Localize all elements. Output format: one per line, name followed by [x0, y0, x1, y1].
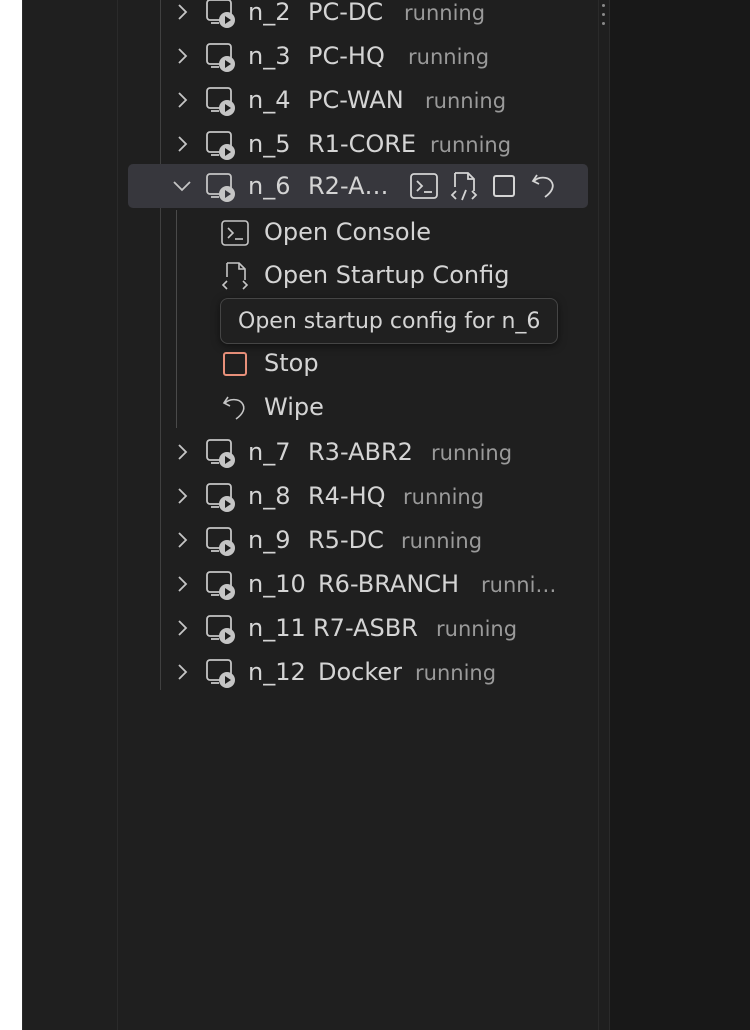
- vm-running-icon: [204, 568, 238, 602]
- more-actions-handle-icon[interactable]: [602, 4, 606, 32]
- tree-node-n_9[interactable]: n_9 R5-DC running: [128, 518, 588, 562]
- node-name: R4-HQ: [308, 482, 386, 510]
- action-wipe[interactable]: Wipe: [128, 385, 588, 429]
- chevron-right-icon[interactable]: [170, 44, 194, 68]
- tree-node-n_6[interactable]: n_6 R2-A…: [128, 164, 588, 208]
- vm-running-icon: [204, 84, 238, 118]
- node-status: running: [401, 529, 483, 553]
- action-open-console[interactable]: Open Console: [128, 210, 588, 254]
- chevron-right-icon[interactable]: [170, 440, 194, 464]
- node-id: n_10: [248, 570, 306, 598]
- action-stop[interactable]: Stop: [128, 341, 588, 385]
- node-id: n_7: [248, 438, 291, 466]
- tree-node-n_11[interactable]: n_11 R7-ASBR running: [128, 606, 588, 650]
- node-name: R5-DC: [308, 526, 384, 554]
- node-name: R1-CORE: [308, 130, 417, 158]
- node-id: n_12: [248, 658, 306, 686]
- tree-node-n_10[interactable]: n_10 R6-BRANCH runni…: [128, 562, 588, 606]
- chevron-right-icon[interactable]: [170, 660, 194, 684]
- node-id: n_2: [248, 0, 291, 26]
- node-status: running: [415, 661, 497, 685]
- vm-running-icon: [204, 656, 238, 690]
- node-name: PC-HQ: [308, 42, 385, 70]
- tree-node-n_8[interactable]: n_8 R4-HQ running: [128, 474, 588, 518]
- vm-running-icon: [204, 480, 238, 514]
- node-status: running: [408, 45, 490, 69]
- chevron-right-icon[interactable]: [170, 484, 194, 508]
- node-status: running: [431, 441, 513, 465]
- file-code-icon: [220, 261, 250, 291]
- node-status: running: [403, 485, 485, 509]
- node-status: runni…: [481, 573, 557, 597]
- node-name: Docker: [318, 658, 403, 686]
- vm-running-icon: [204, 524, 238, 558]
- node-name: PC-WAN: [308, 86, 404, 114]
- indent-guide: [117, 0, 118, 1030]
- node-name: R2-A…: [308, 172, 389, 200]
- node-name: R7-ASBR: [313, 614, 418, 642]
- tree-node-n_3[interactable]: n_3 PC-HQ running: [128, 34, 588, 78]
- node-id: n_3: [248, 42, 291, 70]
- vm-running-icon: [204, 40, 238, 74]
- file-code-icon[interactable]: [448, 170, 480, 202]
- vm-running-icon: [204, 436, 238, 470]
- window-edge: [0, 0, 22, 1030]
- node-id: n_11: [248, 614, 306, 642]
- tree-node-n_4[interactable]: n_4 PC-WAN running: [128, 78, 588, 122]
- chevron-right-icon[interactable]: [170, 616, 194, 640]
- tree-node-n_5[interactable]: n_5 R1-CORE running: [128, 122, 588, 166]
- stop-square-icon: [220, 349, 250, 379]
- undo-icon: [220, 393, 250, 423]
- tree-node-n_2[interactable]: n_2 PC-DC running: [128, 0, 588, 34]
- stop-square-icon[interactable]: [488, 170, 520, 202]
- vm-running-icon: [204, 612, 238, 646]
- node-id: n_8: [248, 482, 291, 510]
- action-open-startup-config[interactable]: Open Startup Config: [128, 253, 588, 297]
- tree-node-n_12[interactable]: n_12 Docker running: [128, 650, 588, 694]
- node-name: PC-DC: [308, 0, 384, 26]
- vm-running-icon: [204, 128, 238, 162]
- terminal-icon[interactable]: [408, 170, 440, 202]
- tree-node-n_7[interactable]: n_7 R3-ABR2 running: [128, 430, 588, 474]
- node-id: n_9: [248, 526, 291, 554]
- vm-running-icon: [204, 170, 238, 204]
- node-status: running: [430, 133, 512, 157]
- node-status: running: [404, 1, 486, 25]
- node-id: n_4: [248, 86, 291, 114]
- vm-running-icon: [204, 0, 238, 30]
- action-label: Wipe: [264, 393, 324, 421]
- node-status: running: [436, 617, 518, 641]
- action-label: Open Startup Config: [264, 261, 510, 289]
- chevron-right-icon[interactable]: [170, 0, 194, 24]
- tooltip: Open startup config for n_6: [220, 298, 559, 344]
- panel-divider: [598, 0, 599, 1030]
- undo-icon[interactable]: [528, 170, 560, 202]
- chevron-right-icon[interactable]: [170, 88, 194, 112]
- chevron-right-icon[interactable]: [170, 528, 194, 552]
- terminal-icon: [220, 218, 250, 248]
- node-id: n_6: [248, 172, 291, 200]
- action-label: Stop: [264, 349, 319, 377]
- node-name: R3-ABR2: [308, 438, 413, 466]
- node-status: running: [425, 89, 507, 113]
- chevron-down-icon[interactable]: [170, 174, 194, 198]
- node-name: R6-BRANCH: [318, 570, 460, 598]
- action-label: Open Console: [264, 218, 432, 246]
- node-id: n_5: [248, 130, 291, 158]
- chevron-right-icon[interactable]: [170, 572, 194, 596]
- chevron-right-icon[interactable]: [170, 132, 194, 156]
